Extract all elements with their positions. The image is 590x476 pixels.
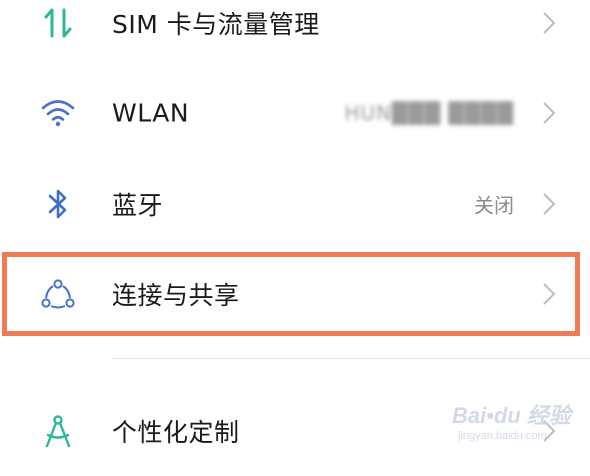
watermark-sub: jingyan.baidu.com — [458, 430, 547, 442]
bluetooth-status: 关闭 — [474, 193, 514, 218]
section-divider — [112, 358, 590, 359]
wifi-icon — [36, 91, 80, 135]
settings-item-label: 个性化定制 — [112, 418, 240, 447]
settings-item-bluetooth[interactable]: 蓝牙 关闭 — [0, 159, 590, 249]
settings-item-label: WLAN — [112, 98, 190, 128]
settings-item-sim[interactable]: SIM 卡与流量管理 — [0, 0, 590, 68]
settings-item-label: 蓝牙 — [112, 191, 164, 220]
highlight-box — [2, 252, 580, 336]
bluetooth-icon — [36, 182, 80, 226]
watermark-main: Bai•du 经验 — [452, 403, 571, 428]
settings-item-wlan[interactable]: WLAN HUN███ ████ — [0, 68, 590, 158]
data-transfer-icon — [36, 1, 80, 45]
settings-item-label: SIM 卡与流量管理 — [112, 10, 320, 39]
chevron-right-icon — [543, 12, 556, 34]
personalize-compass-icon — [36, 409, 80, 453]
wlan-network-name: HUN███ ████ — [344, 101, 514, 125]
chevron-right-icon — [543, 193, 556, 215]
chevron-right-icon — [543, 102, 556, 124]
baidu-watermark: Bai•du 经验 jingyan.baidu.com — [452, 398, 582, 448]
